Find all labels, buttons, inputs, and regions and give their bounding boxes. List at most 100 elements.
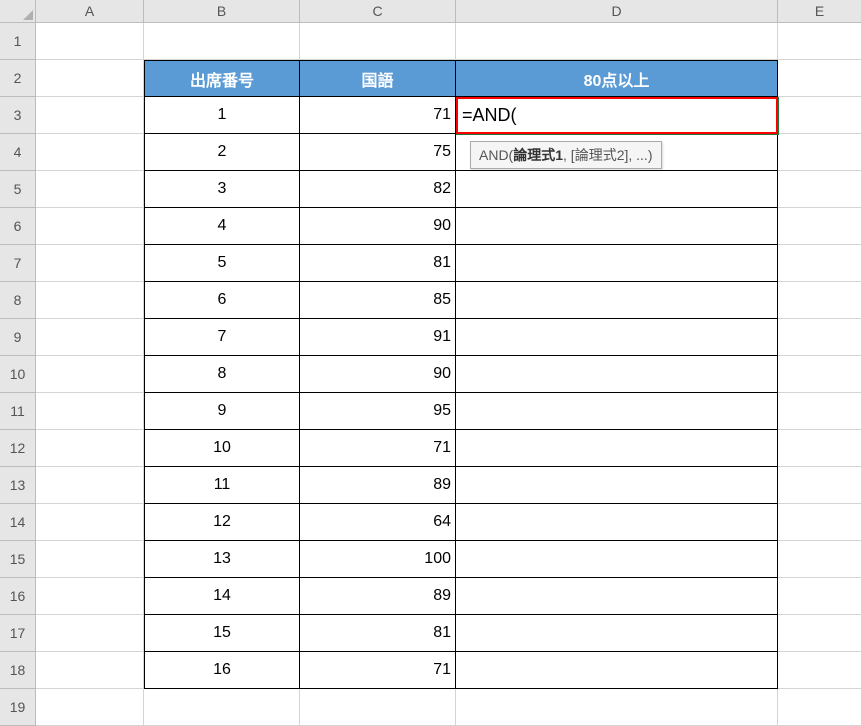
cell-a17[interactable] [36,615,144,652]
table-header-subject[interactable]: 国語 [300,60,456,97]
col-header-b[interactable]: B [144,0,300,23]
cell-a12[interactable] [36,430,144,467]
row-header-19[interactable]: 19 [0,689,36,726]
row-header-2[interactable]: 2 [0,60,36,97]
cell-number-10[interactable]: 8 [144,356,300,393]
cell-a5[interactable] [36,171,144,208]
row-header-12[interactable]: 12 [0,430,36,467]
cell-score-9[interactable]: 91 [300,319,456,356]
cell-score-5[interactable]: 82 [300,171,456,208]
cell-e3[interactable] [778,97,861,134]
cell-score-14[interactable]: 64 [300,504,456,541]
cell-e2[interactable] [778,60,861,97]
cell-e17[interactable] [778,615,861,652]
cell-a4[interactable] [36,134,144,171]
row-header-5[interactable]: 5 [0,171,36,208]
cell-e18[interactable] [778,652,861,689]
cell-e6[interactable] [778,208,861,245]
row-header-8[interactable]: 8 [0,282,36,319]
cell-result-12[interactable] [456,430,778,467]
cell-c1[interactable] [300,23,456,60]
cell-a11[interactable] [36,393,144,430]
cell-result-6[interactable] [456,208,778,245]
cell-number-13[interactable]: 11 [144,467,300,504]
cell-e14[interactable] [778,504,861,541]
row-header-1[interactable]: 1 [0,23,36,60]
cell-e13[interactable] [778,467,861,504]
cell-a3[interactable] [36,97,144,134]
formula-tooltip[interactable]: AND(論理式1, [論理式2], ...) [470,141,662,169]
cell-number-11[interactable]: 9 [144,393,300,430]
col-header-a[interactable]: A [36,0,144,23]
cell-score-7[interactable]: 81 [300,245,456,282]
cell-e19[interactable] [778,689,861,726]
cell-score-3[interactable]: 71 [300,97,456,134]
cell-result-7[interactable] [456,245,778,282]
cell-number-17[interactable]: 15 [144,615,300,652]
cell-e10[interactable] [778,356,861,393]
cell-result-9[interactable] [456,319,778,356]
cell-number-9[interactable]: 7 [144,319,300,356]
row-header-14[interactable]: 14 [0,504,36,541]
cell-e15[interactable] [778,541,861,578]
cell-a16[interactable] [36,578,144,615]
cell-result-16[interactable] [456,578,778,615]
col-header-e[interactable]: E [778,0,861,23]
cell-number-14[interactable]: 12 [144,504,300,541]
cell-result-18[interactable] [456,652,778,689]
cell-b19[interactable] [144,689,300,726]
cell-d1[interactable] [456,23,778,60]
cell-a15[interactable] [36,541,144,578]
cell-result-8[interactable] [456,282,778,319]
cell-e11[interactable] [778,393,861,430]
cell-score-6[interactable]: 90 [300,208,456,245]
cell-a9[interactable] [36,319,144,356]
cell-number-16[interactable]: 14 [144,578,300,615]
cell-a1[interactable] [36,23,144,60]
row-header-13[interactable]: 13 [0,467,36,504]
cell-a13[interactable] [36,467,144,504]
cell-d19[interactable] [456,689,778,726]
cell-score-16[interactable]: 89 [300,578,456,615]
select-all-corner[interactable] [0,0,36,23]
cell-result-13[interactable] [456,467,778,504]
col-header-d[interactable]: D [456,0,778,23]
cell-number-8[interactable]: 6 [144,282,300,319]
cell-result-11[interactable] [456,393,778,430]
cell-score-18[interactable]: 71 [300,652,456,689]
cell-e8[interactable] [778,282,861,319]
row-header-18[interactable]: 18 [0,652,36,689]
cell-e5[interactable] [778,171,861,208]
cell-result-17[interactable] [456,615,778,652]
spreadsheet-grid[interactable]: ABCDE12出席番号国語80点以上3171=AND(4275538264907… [0,0,861,726]
cell-a2[interactable] [36,60,144,97]
row-header-4[interactable]: 4 [0,134,36,171]
cell-number-12[interactable]: 10 [144,430,300,467]
row-header-15[interactable]: 15 [0,541,36,578]
row-header-9[interactable]: 9 [0,319,36,356]
cell-number-5[interactable]: 3 [144,171,300,208]
row-header-11[interactable]: 11 [0,393,36,430]
formula-input-cell[interactable]: =AND( [456,97,778,134]
cell-e16[interactable] [778,578,861,615]
cell-result-14[interactable] [456,504,778,541]
cell-a19[interactable] [36,689,144,726]
cell-e7[interactable] [778,245,861,282]
cell-b1[interactable] [144,23,300,60]
cell-result-10[interactable] [456,356,778,393]
table-header-threshold[interactable]: 80点以上 [456,60,778,97]
row-header-6[interactable]: 6 [0,208,36,245]
cell-score-13[interactable]: 89 [300,467,456,504]
cell-number-6[interactable]: 4 [144,208,300,245]
cell-number-4[interactable]: 2 [144,134,300,171]
row-header-16[interactable]: 16 [0,578,36,615]
cell-score-10[interactable]: 90 [300,356,456,393]
cell-a10[interactable] [36,356,144,393]
row-header-10[interactable]: 10 [0,356,36,393]
cell-result-5[interactable] [456,171,778,208]
cell-a8[interactable] [36,282,144,319]
cell-number-3[interactable]: 1 [144,97,300,134]
row-header-3[interactable]: 3 [0,97,36,134]
cell-e4[interactable] [778,134,861,171]
row-header-7[interactable]: 7 [0,245,36,282]
